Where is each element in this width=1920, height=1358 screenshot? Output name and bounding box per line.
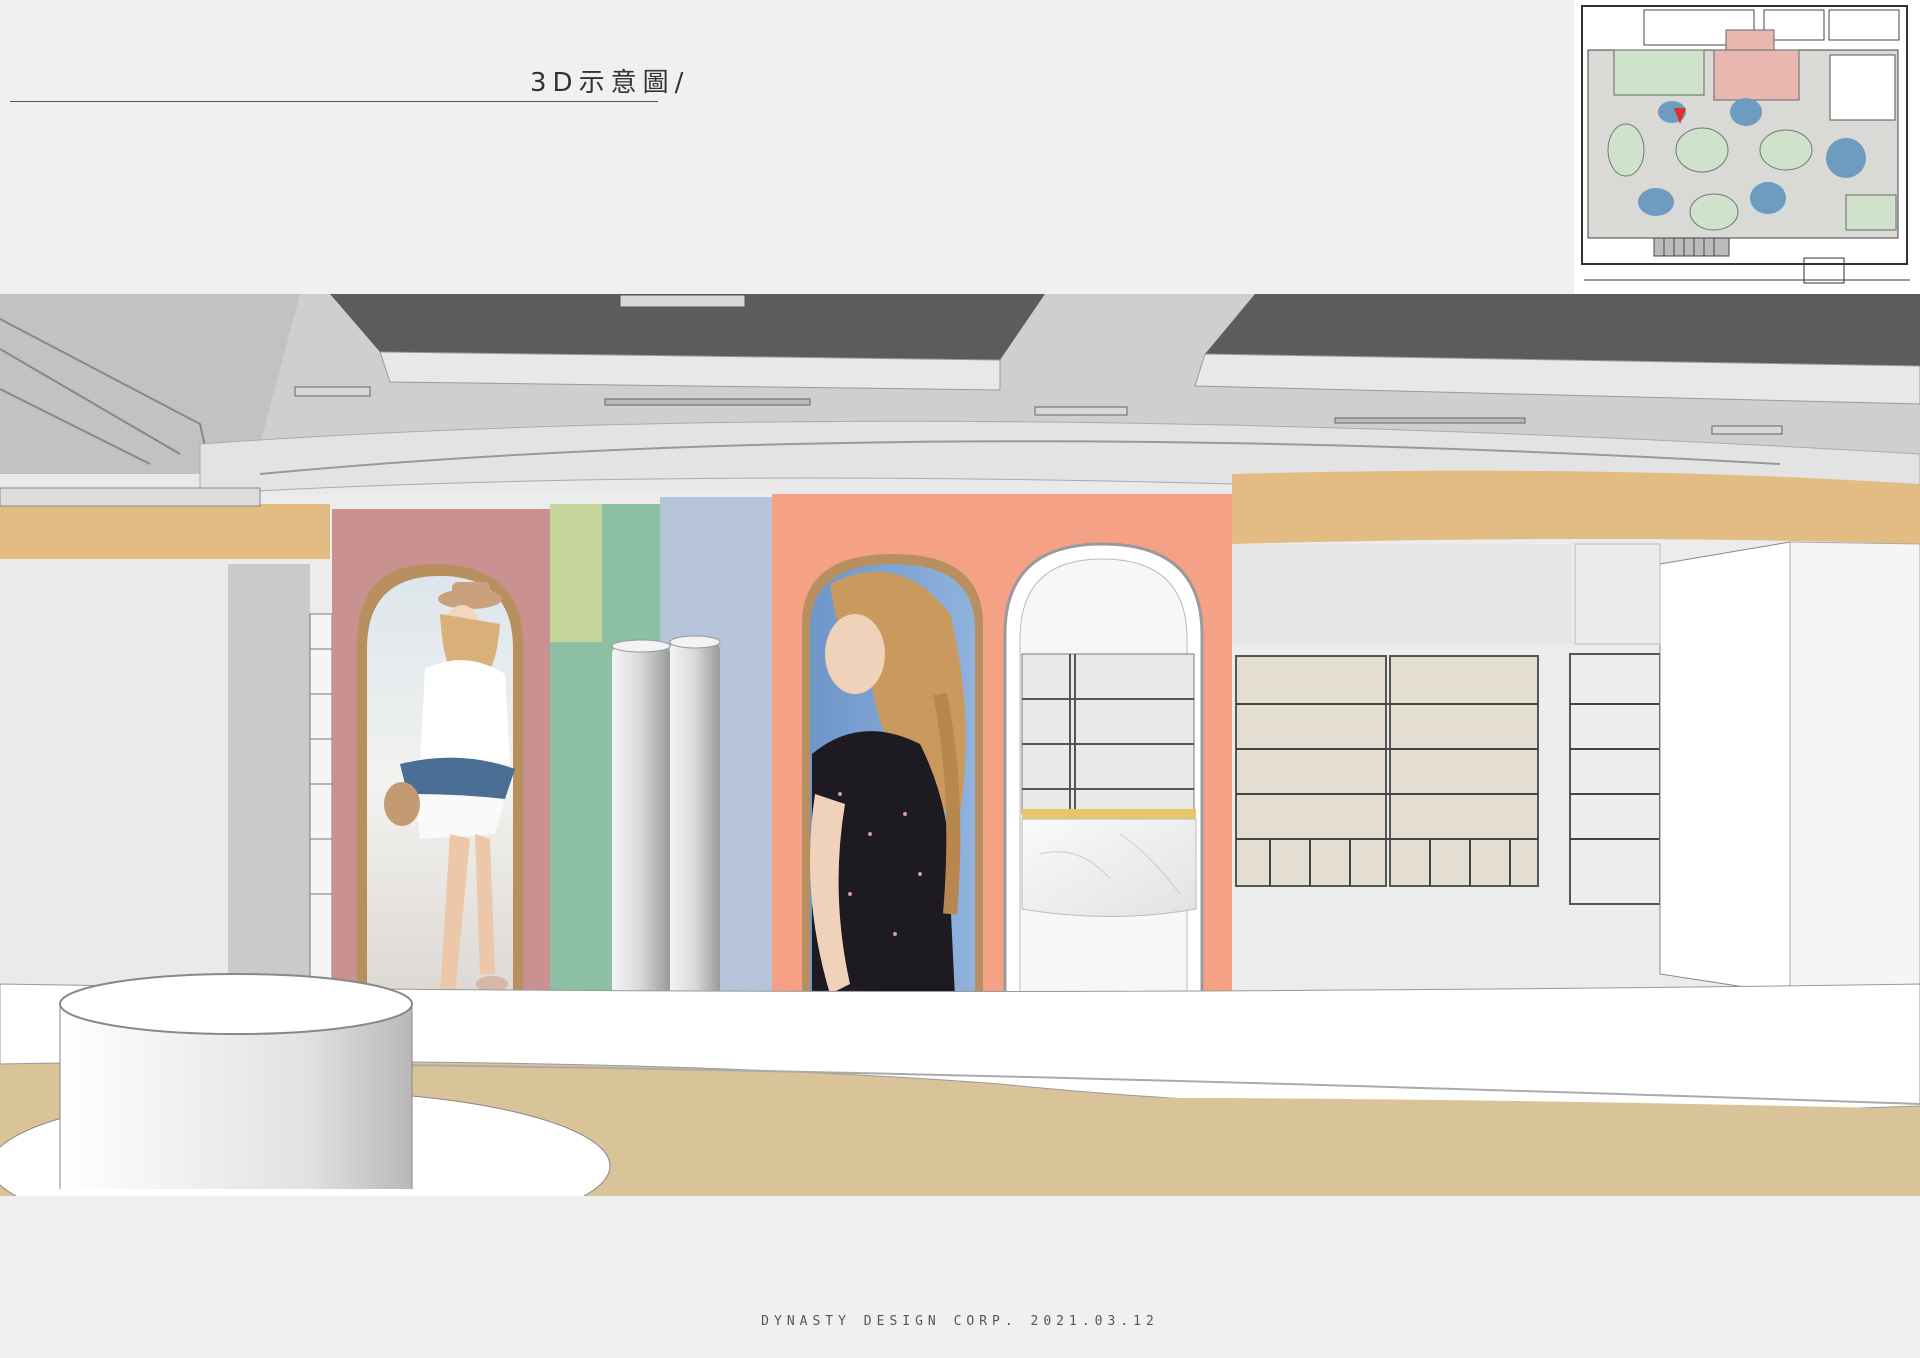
floor-plan-thumbnail bbox=[1574, 0, 1920, 295]
interior-3d-rendering bbox=[0, 294, 1920, 1196]
page-title: 3D示意圖/ bbox=[530, 68, 690, 98]
title-underline bbox=[10, 101, 658, 102]
footer-credit: DYNASTY DESIGN CORP. 2021.03.12 bbox=[761, 1314, 1159, 1329]
floor-plan-drawing bbox=[1574, 0, 1920, 295]
render-scene bbox=[0, 294, 1920, 1196]
